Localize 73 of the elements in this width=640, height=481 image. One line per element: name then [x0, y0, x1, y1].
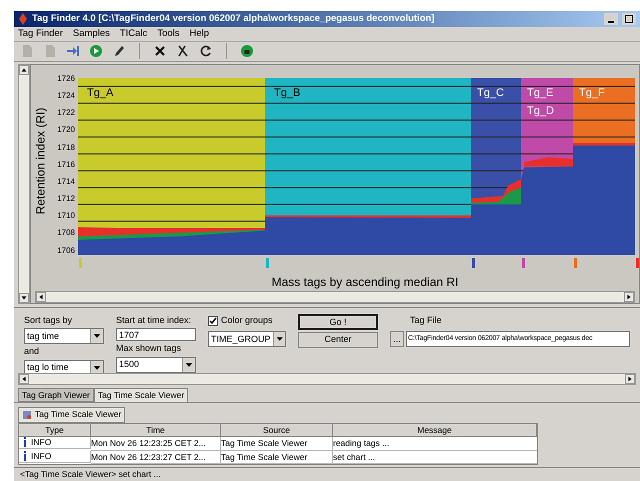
horizontal-scrollbar[interactable] [18, 372, 636, 385]
action-button[interactable]: Center [298, 332, 378, 348]
table-cell: INFO [31, 450, 52, 462]
vertical-scrollbar[interactable] [18, 64, 30, 304]
group-label: Tg_F [579, 86, 605, 101]
tab[interactable]: Tag Time Scale Viewer [94, 388, 188, 402]
group-label: Tg_E [527, 86, 554, 101]
scroll-arrow-icon[interactable] [19, 374, 29, 384]
axis-tick [522, 258, 525, 268]
scroll-arrow-icon[interactable] [624, 292, 634, 302]
table-cell: Tag Time Scale Viewer [221, 450, 333, 464]
window-title: Tag Finder 4.0 [C:\TagFinder04 version 062007 alpha\workspace_pegasus deconvolution] [32, 12, 436, 26]
tab[interactable]: Tag Graph Viewer [18, 388, 94, 402]
field-label: Max shown tags [116, 342, 182, 356]
table-cell: INFO [31, 436, 52, 449]
x-axis-label: Mass tags by ascending median RI [272, 274, 458, 291]
field-label: Start at time index: [116, 314, 192, 327]
menu-item[interactable]: Samples [72, 26, 110, 42]
menu-item[interactable]: TICalc [120, 26, 148, 42]
scroll-arrow-icon[interactable] [36, 292, 46, 302]
axis-tick [79, 258, 82, 268]
checkbox[interactable] [208, 316, 218, 326]
arrow-icon[interactable] [66, 44, 80, 58]
menu-item[interactable]: Tools [157, 26, 180, 42]
maximize-icon[interactable] [622, 12, 636, 25]
panel-tab[interactable]: Tag Time Scale Viewer [18, 406, 126, 423]
group-label: Tg_B [274, 86, 300, 101]
check-icon [209, 316, 217, 324]
axis-tick-label: 1722 [56, 108, 75, 118]
axis-tick-label: 1724 [56, 90, 75, 100]
minimize-icon[interactable] [604, 12, 618, 25]
axis-tick-label: 1714 [56, 176, 75, 186]
axis-tick-label: 1708 [56, 228, 75, 238]
axis-tick-label: 1720 [56, 125, 75, 134]
axis-tick [266, 258, 269, 268]
group-label: Tg_C [477, 86, 504, 101]
axis-tick [574, 258, 577, 268]
menu-item[interactable]: Tag Finder [18, 26, 63, 42]
app-icon [18, 12, 28, 25]
info-icon [23, 451, 27, 461]
axis-tick-label: 1712 [56, 194, 75, 204]
axis-tick-label: 1726 [56, 74, 75, 83]
status-bar: <Tag Time Scale Viewer> set chart ... [14, 467, 640, 481]
input-field[interactable]: 1707 [116, 328, 196, 342]
field-label: and [24, 345, 40, 358]
group-dropdown[interactable]: TIME_GROUP [208, 331, 286, 348]
action-button[interactable]: Go ! [298, 314, 378, 330]
sort-dropdown[interactable]: tag time [24, 328, 104, 344]
table-cell: Mon Nov 26 12:23:27 CET 2... [91, 450, 221, 464]
horizontal-scrollbar[interactable] [35, 290, 635, 303]
axis-tick-label: 1718 [56, 142, 75, 152]
group-label: Tg_D [527, 104, 554, 119]
axis-tick-label: 1706 [56, 246, 75, 255]
axis-tick-label: 1716 [56, 160, 75, 169]
group-label: Tg_A [87, 86, 114, 101]
close-icon[interactable] [153, 44, 167, 58]
play-icon[interactable] [89, 44, 103, 58]
axis-tick-label: 1710 [56, 211, 75, 220]
refresh-icon[interactable] [199, 44, 213, 58]
max-tags-dropdown[interactable]: 1500 [116, 356, 196, 373]
y-axis-label: Retention index (RI) [32, 107, 48, 214]
table-cell: set chart ... [333, 450, 537, 464]
field-label: Sort tags by [24, 314, 74, 327]
info-icon [23, 437, 27, 448]
browse-button[interactable]: ... [390, 331, 404, 348]
axis-tick [472, 258, 475, 268]
viewer-icon [22, 410, 32, 420]
axis-tick [636, 258, 639, 268]
scroll-arrow-icon[interactable] [625, 374, 635, 384]
field-label: Tag File [410, 314, 443, 327]
pencil-icon[interactable] [112, 44, 126, 58]
menu-item[interactable]: Help [190, 26, 210, 42]
checkbox-label: Color groups [221, 314, 273, 327]
